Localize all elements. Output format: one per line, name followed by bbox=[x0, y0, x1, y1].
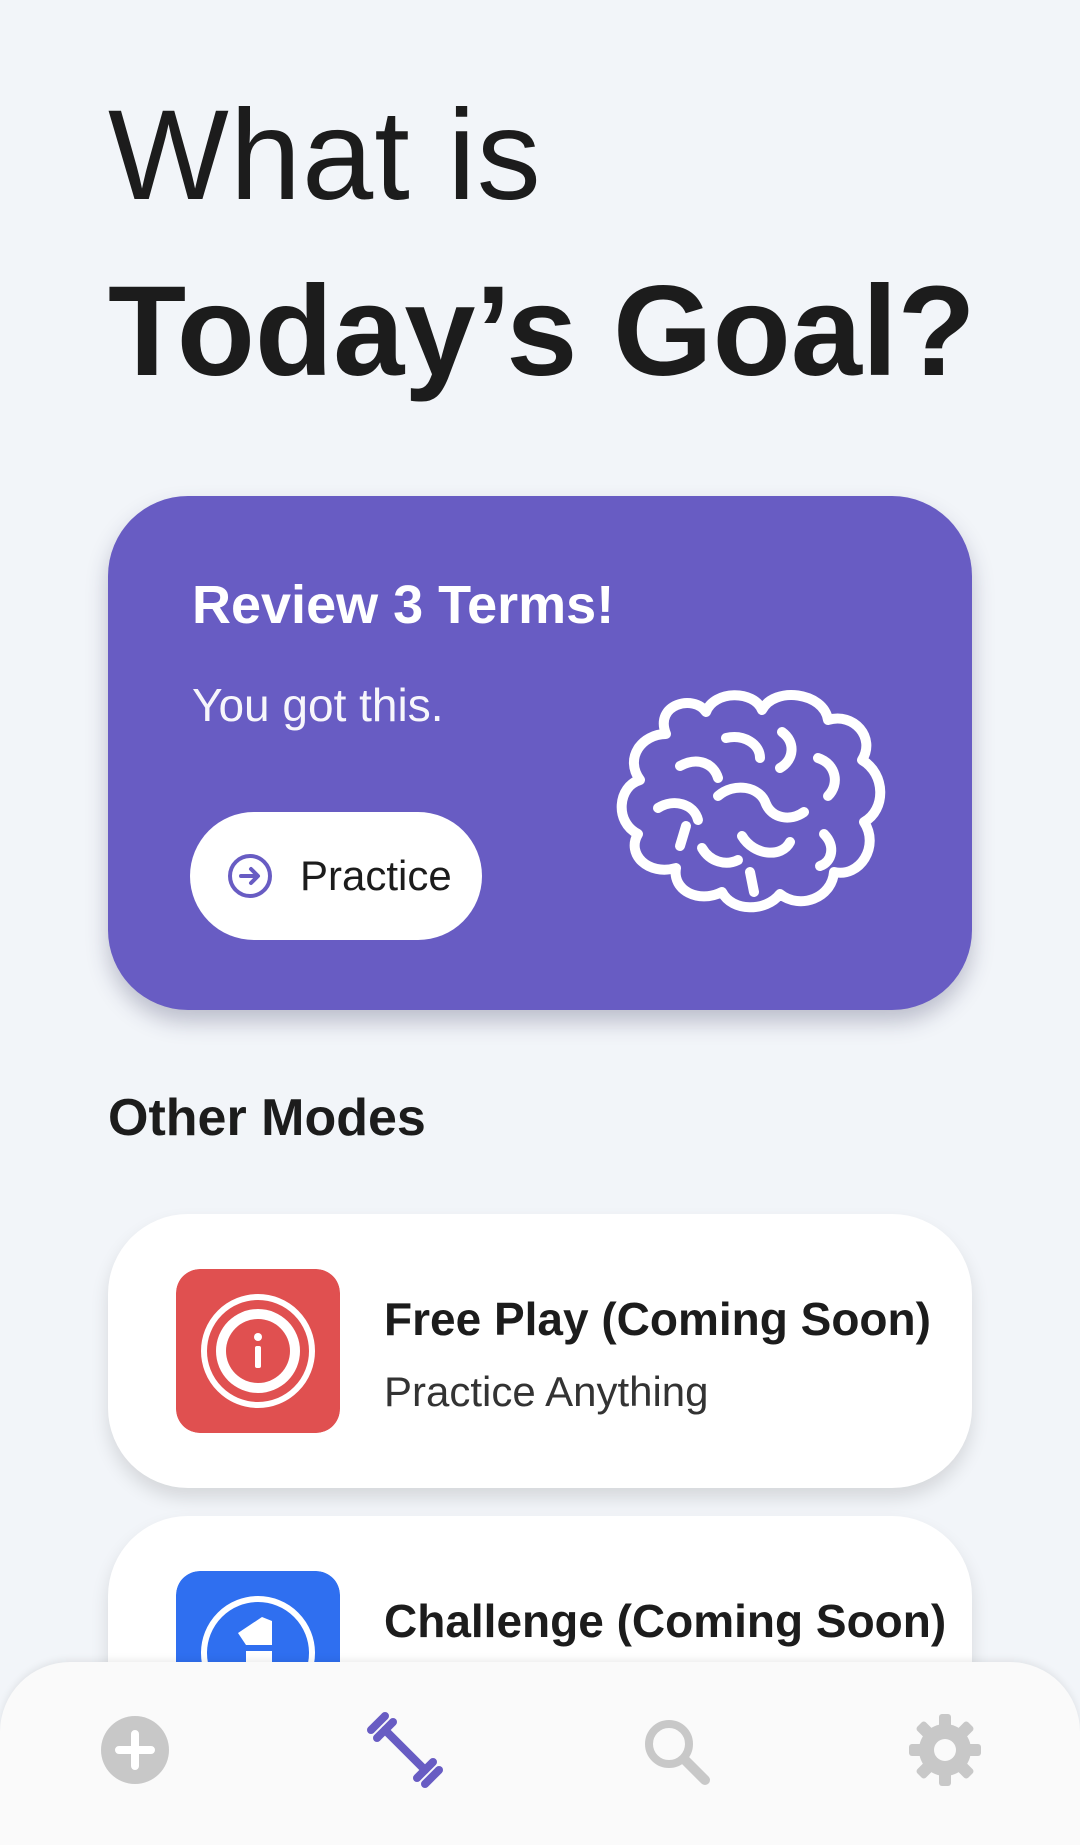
title-line-2: Today’s Goal? bbox=[108, 260, 976, 403]
info-icon bbox=[176, 1269, 340, 1433]
nav-add[interactable] bbox=[93, 1708, 177, 1792]
practice-button-label: Practice bbox=[300, 852, 452, 899]
goal-title: Review 3 Terms! bbox=[192, 575, 615, 635]
daily-goal-card: Review 3 Terms! You got this. Practice bbox=[108, 496, 972, 1010]
goal-subtitle: You got this. bbox=[192, 679, 444, 731]
mode-subtitle: Practice Anything bbox=[384, 1368, 709, 1415]
practice-button[interactable]: Practice bbox=[190, 812, 482, 940]
nav-settings[interactable] bbox=[903, 1708, 987, 1792]
search-icon bbox=[645, 1720, 710, 1785]
page-title: What is Today’s Goal? bbox=[108, 92, 976, 396]
other-modes-heading: Other Modes bbox=[108, 1089, 426, 1147]
mode-title: Challenge (Coming Soon) bbox=[384, 1595, 947, 1647]
mode-title: Free Play (Coming Soon) bbox=[384, 1293, 931, 1345]
gear-icon bbox=[909, 1714, 981, 1786]
title-line-1: What is bbox=[108, 84, 542, 227]
brain-icon bbox=[616, 690, 886, 913]
nav-practice[interactable] bbox=[363, 1708, 447, 1792]
mode-card-free-play[interactable]: Free Play (Coming Soon) Practice Anythin… bbox=[108, 1214, 972, 1488]
arrow-right-circle-icon bbox=[228, 854, 272, 898]
plus-circle-icon bbox=[101, 1716, 169, 1784]
dumbbell-icon bbox=[367, 1712, 443, 1788]
nav-search[interactable] bbox=[633, 1708, 717, 1792]
bottom-navigation bbox=[0, 1662, 1080, 1845]
